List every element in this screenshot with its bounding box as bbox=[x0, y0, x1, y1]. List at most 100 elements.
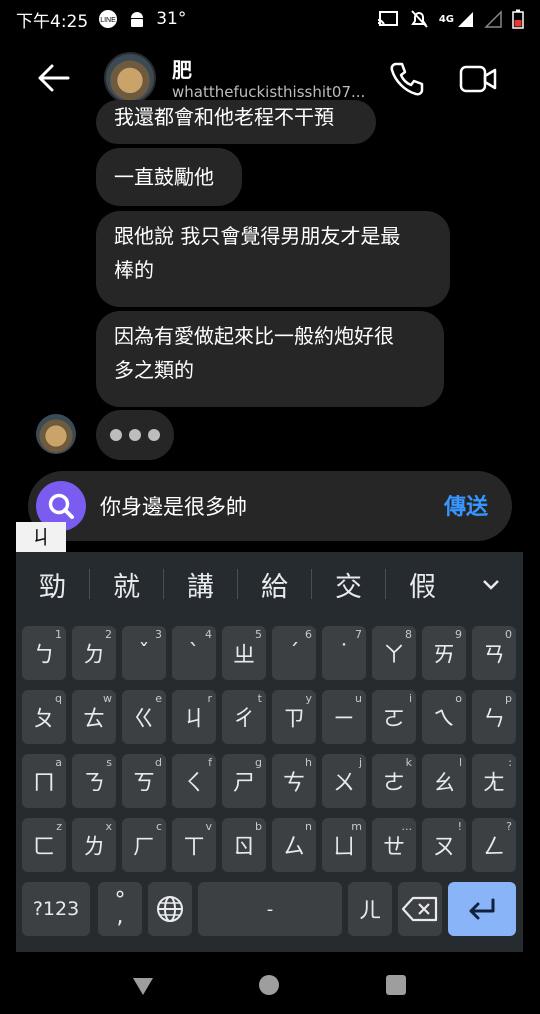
send-button[interactable]: 傳送 bbox=[444, 489, 488, 521]
candidate-item[interactable]: 給 bbox=[238, 565, 311, 604]
expand-candidates-button[interactable] bbox=[479, 572, 503, 596]
key-ch[interactable]: ㄔt bbox=[222, 690, 266, 744]
symbols-key[interactable]: ?123 bbox=[22, 882, 90, 936]
key-r[interactable]: ㄖb bbox=[222, 818, 266, 872]
key-f[interactable]: ㄈz bbox=[22, 818, 66, 872]
key-tone5[interactable]: ˙ 7 bbox=[322, 626, 366, 680]
navigation-bar bbox=[0, 952, 540, 1014]
key-eh[interactable]: ㄝ... bbox=[372, 818, 416, 872]
key-h[interactable]: ㄏc bbox=[122, 818, 166, 872]
key-z[interactable]: ㄗy bbox=[272, 690, 316, 744]
candidate-bar: 勁 就 講 給 交 假 bbox=[16, 552, 523, 616]
message-input[interactable]: 你身邊是很多帥 bbox=[100, 491, 247, 521]
status-bar: 下午4:25 LINE 31° 4G bbox=[0, 0, 540, 38]
signal-icon bbox=[484, 10, 502, 28]
punct-bottom: , bbox=[116, 904, 124, 929]
key-q[interactable]: ㄑf bbox=[172, 754, 216, 808]
key-ou[interactable]: ㄡ! bbox=[422, 818, 466, 872]
key-d[interactable]: ㄉ2 bbox=[72, 626, 116, 680]
candidate-item[interactable]: 假 bbox=[386, 565, 459, 604]
contact-avatar[interactable] bbox=[104, 52, 156, 104]
network-icon: 4G bbox=[439, 10, 474, 28]
key-e[interactable]: ㄜk bbox=[372, 754, 416, 808]
candidate-item[interactable]: 勁 bbox=[16, 565, 89, 604]
key-ei[interactable]: ㄟo bbox=[422, 690, 466, 744]
message-text: 我還都會和他老程不干預 bbox=[114, 105, 334, 129]
typing-dot bbox=[129, 429, 141, 441]
globe-icon bbox=[157, 896, 183, 922]
key-tone2[interactable]: ˊ6 bbox=[272, 626, 316, 680]
key-o[interactable]: ㄛi bbox=[372, 690, 416, 744]
message-bubble[interactable]: 我還都會和他老程不干預 bbox=[96, 100, 376, 144]
key-p[interactable]: ㄆq bbox=[22, 690, 66, 744]
key-j[interactable]: ㄐr bbox=[172, 690, 216, 744]
mute-icon bbox=[409, 9, 429, 29]
key-tone3[interactable]: ˇ3 bbox=[122, 626, 166, 680]
status-temperature: 31° bbox=[156, 9, 187, 29]
key-ang[interactable]: ㄤ: bbox=[472, 754, 516, 808]
key-sh[interactable]: ㄕg bbox=[222, 754, 266, 808]
contact-name[interactable]: 肥 bbox=[172, 54, 192, 83]
message-text-line: 因為有愛做起來比一般約炮好很 bbox=[114, 324, 394, 348]
key-x[interactable]: ㄒv bbox=[172, 818, 216, 872]
key-u[interactable]: ㄨj bbox=[322, 754, 366, 808]
key-i[interactable]: ㄧu bbox=[322, 690, 366, 744]
android-icon bbox=[128, 9, 146, 29]
key-n[interactable]: ㄋs bbox=[72, 754, 116, 808]
video-call-button[interactable] bbox=[458, 60, 498, 98]
candidate-item[interactable]: 交 bbox=[312, 565, 385, 604]
nav-recents-button[interactable] bbox=[386, 975, 406, 995]
key-zh[interactable]: ㄓ5 bbox=[222, 626, 266, 680]
typing-avatar bbox=[36, 414, 76, 454]
key-s[interactable]: ㄙn bbox=[272, 818, 316, 872]
candidate-item[interactable]: 就 bbox=[90, 565, 163, 604]
typing-indicator bbox=[96, 410, 174, 460]
key-er[interactable]: ㄦ bbox=[348, 882, 392, 936]
key-m[interactable]: ㄇa bbox=[22, 754, 66, 808]
language-key[interactable] bbox=[148, 882, 192, 936]
network-label: 4G bbox=[438, 13, 454, 25]
message-bubble[interactable]: 一直鼓勵他 bbox=[96, 148, 242, 206]
message-text-line: 跟他說 我只會覺得男朋友才是最 bbox=[114, 224, 401, 248]
key-k[interactable]: ㄎd bbox=[122, 754, 166, 808]
contact-handle[interactable]: whatthefuckisthisshit07... bbox=[172, 83, 365, 101]
voice-call-button[interactable] bbox=[388, 60, 426, 98]
phone-icon bbox=[390, 62, 424, 96]
back-arrow-icon bbox=[38, 64, 70, 92]
key-b[interactable]: ㄅ1 bbox=[22, 626, 66, 680]
key-tone4[interactable]: ˋ4 bbox=[172, 626, 216, 680]
space-key[interactable]: - bbox=[198, 882, 342, 936]
enter-key[interactable] bbox=[448, 882, 516, 936]
key-g[interactable]: ㄍe bbox=[122, 690, 166, 744]
typing-dot bbox=[148, 429, 160, 441]
chevron-down-icon bbox=[483, 580, 499, 590]
key-en[interactable]: ㄣp bbox=[472, 690, 516, 744]
message-bubble[interactable]: 因為有愛做起來比一般約炮好很 多之類的 bbox=[96, 311, 444, 407]
enter-arrow-icon bbox=[469, 898, 495, 920]
cast-icon bbox=[377, 10, 399, 28]
key-an[interactable]: ㄢ0 bbox=[472, 626, 516, 680]
key-eng[interactable]: ㄥ? bbox=[472, 818, 516, 872]
punctuation-key[interactable]: ° , bbox=[98, 882, 142, 936]
key-ai[interactable]: ㄞ9 bbox=[422, 626, 466, 680]
key-a[interactable]: ㄚ8 bbox=[372, 626, 416, 680]
nav-back-button[interactable] bbox=[132, 976, 154, 1000]
keyboard: 勁 就 講 給 交 假 ㄅ1 ㄉ2 ˇ3 ˋ4 ㄓ5 ˊ6 ˙ 7 ㄚ8 ㄞ9 ㄢ… bbox=[16, 552, 523, 952]
key-l[interactable]: ㄌx bbox=[72, 818, 116, 872]
nav-home-button[interactable] bbox=[259, 975, 279, 995]
message-text-line: 棒的 bbox=[114, 258, 154, 282]
candidate-item[interactable]: 講 bbox=[164, 565, 237, 604]
status-time: 下午4:25 bbox=[16, 11, 89, 32]
triangle-down-icon bbox=[133, 978, 153, 995]
key-yu[interactable]: ㄩm bbox=[322, 818, 366, 872]
key-ao[interactable]: ㄠl bbox=[422, 754, 466, 808]
backspace-key[interactable] bbox=[398, 882, 442, 936]
key-t[interactable]: ㄊw bbox=[72, 690, 116, 744]
key-c[interactable]: ㄘh bbox=[272, 754, 316, 808]
back-button[interactable] bbox=[34, 60, 74, 96]
video-camera-icon bbox=[459, 65, 497, 93]
message-bubble[interactable]: 跟他說 我只會覺得男朋友才是最 棒的 bbox=[96, 211, 450, 307]
message-text: 一直鼓勵他 bbox=[114, 165, 214, 189]
message-composer: 你身邊是很多帥 傳送 bbox=[28, 471, 512, 541]
backspace-icon bbox=[401, 896, 438, 922]
